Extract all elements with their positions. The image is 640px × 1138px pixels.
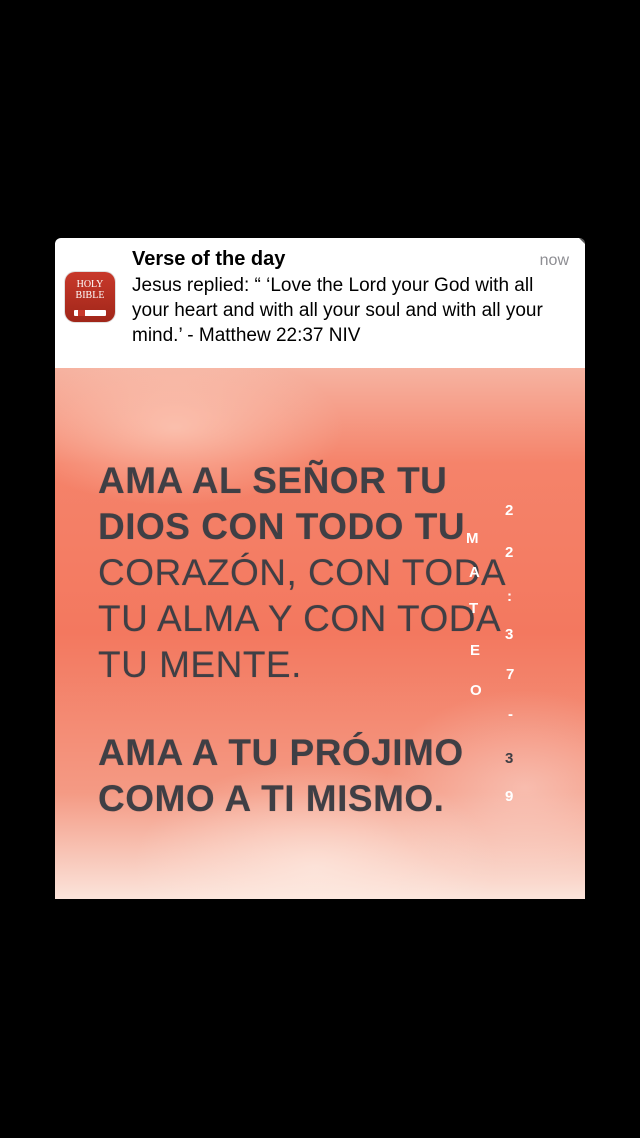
verse-line-6: AMA A TU PRÓJIMO — [98, 732, 464, 773]
ref-letter-t: T — [469, 600, 479, 617]
ref-dash: - — [508, 706, 513, 723]
verse-line-5: TU MENTE. — [98, 644, 302, 685]
ref-digit-3b: 3 — [505, 750, 514, 767]
notification-body: Jesus replied: “ ‘Love the Lord your God… — [132, 275, 543, 346]
ref-digit-3: 3 — [505, 626, 514, 643]
notification-title: Verse of the day — [132, 248, 286, 270]
ref-digit-2: 2 — [505, 544, 514, 561]
corner-mark — [579, 238, 585, 244]
ref-digit-7: 7 — [506, 666, 515, 683]
verse-line-4: TU ALMA Y CON TODA — [98, 598, 502, 639]
notification-banner[interactable]: HOLY BIBLE Verse of the day now Jesus re… — [55, 238, 585, 368]
holy-bible-app-icon: HOLY BIBLE — [65, 272, 115, 322]
app-icon-line1: HOLY — [76, 279, 104, 290]
verse-line-3: CORAZÓN, CON TODA — [98, 552, 507, 593]
ref-digit-1: 2 — [505, 502, 514, 519]
ref-colon: : — [507, 588, 512, 605]
verse-line-7: COMO A TI MISMO. — [98, 778, 445, 819]
notification-time: now — [539, 252, 569, 269]
app-icon-label: HOLY BIBLE — [65, 279, 115, 301]
bookmark-ribbon-icon — [74, 310, 106, 316]
ref-letter-a: A — [469, 564, 480, 581]
verse-image[interactable]: AMA AL SEÑOR TU DIOS CON TODO TU CORAZÓN… — [55, 368, 585, 899]
verse-line-2: DIOS CON TODO TU — [98, 506, 466, 547]
ref-letter-o: O — [470, 682, 482, 699]
ref-digit-9: 9 — [505, 788, 514, 805]
ref-letter-m: M — [466, 530, 479, 547]
app-icon-line2: BIBLE — [75, 290, 105, 301]
verse-line-1: AMA AL SEÑOR TU — [98, 460, 448, 501]
ref-letter-e: E — [470, 642, 481, 659]
